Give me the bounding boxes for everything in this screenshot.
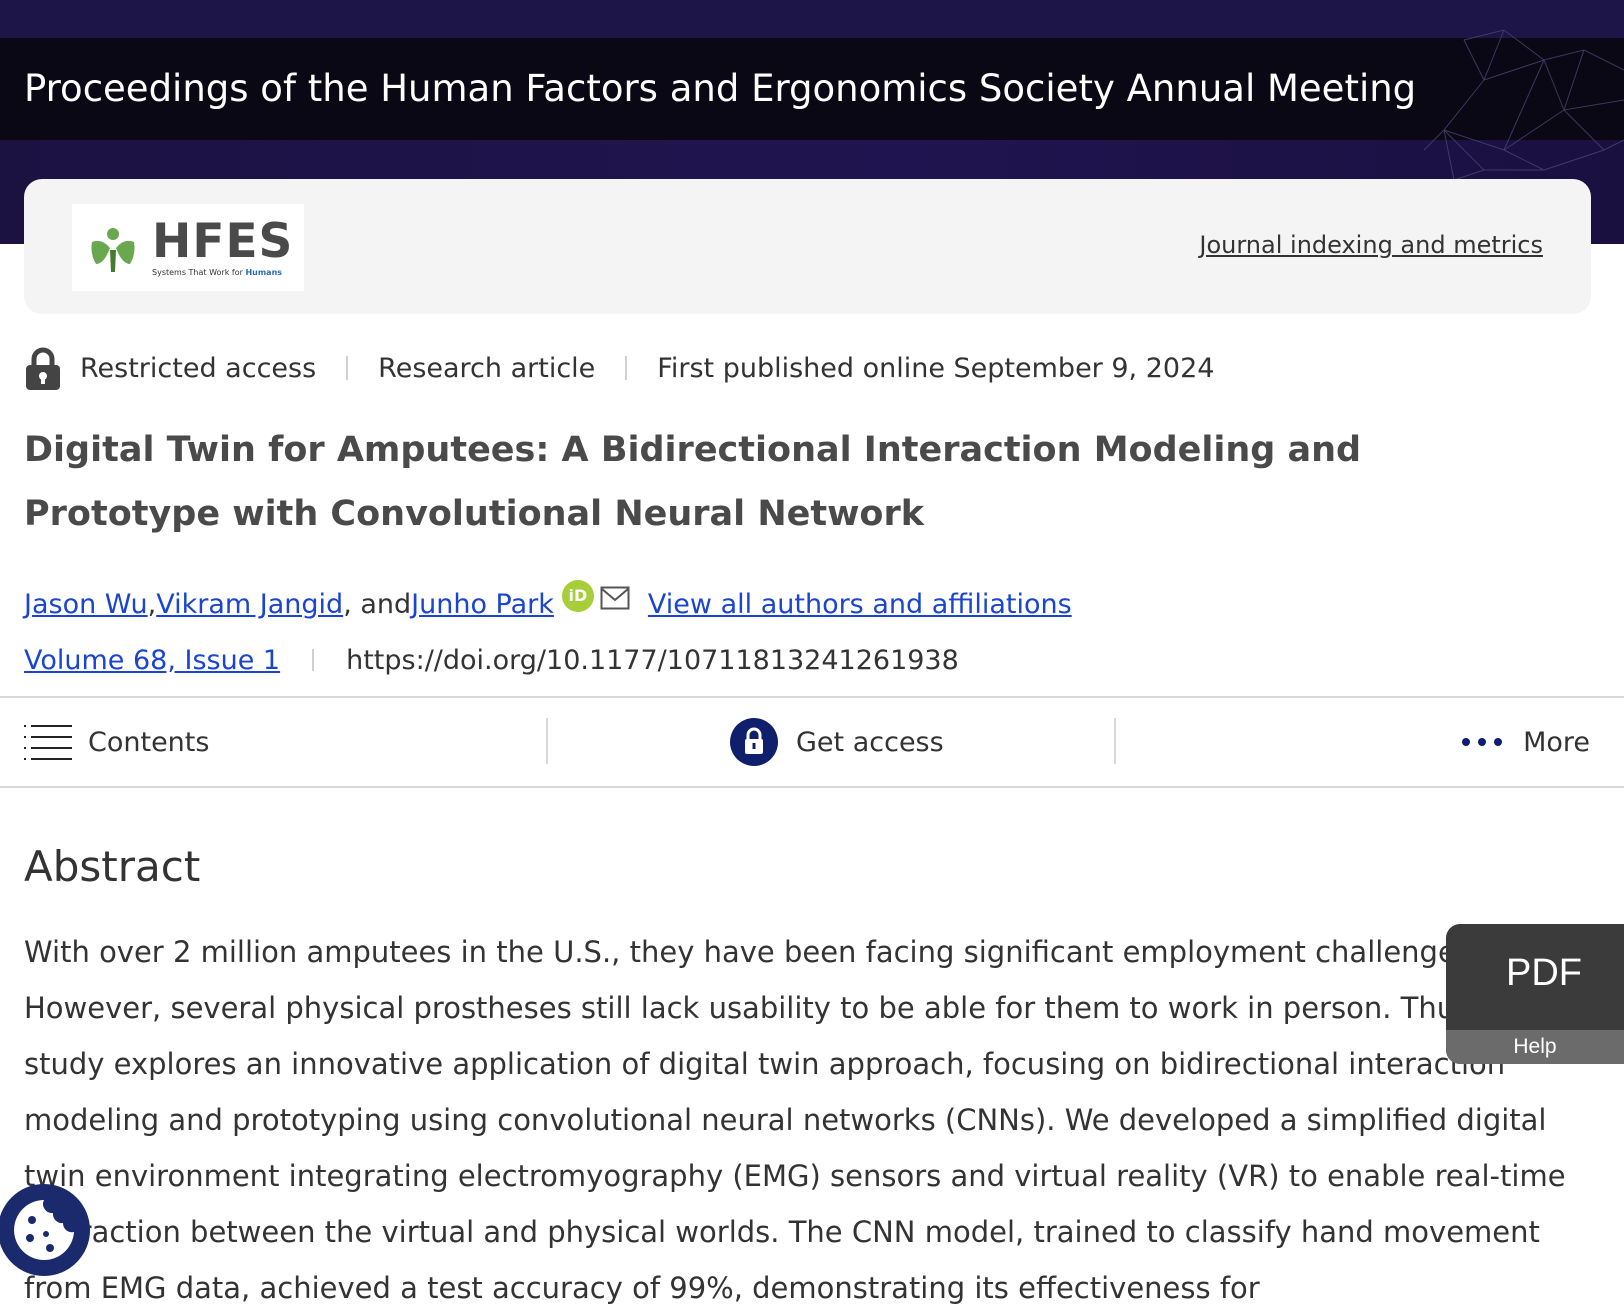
lock-circle-icon: [730, 718, 778, 766]
article-type: Research article: [378, 352, 596, 384]
author-list: Jason Wu, Vikram Jangid, and Junho Park …: [24, 580, 1072, 626]
abstract-heading: Abstract: [24, 842, 201, 891]
orcid-icon[interactable]: iD: [561, 580, 594, 612]
journal-brand-card: HFES Systems That Work for Humans Journa…: [24, 179, 1591, 314]
hfes-logo[interactable]: HFES Systems That Work for Humans: [72, 204, 304, 291]
contents-button[interactable]: Contents: [24, 698, 209, 786]
publication-date: First published online September 9, 2024: [657, 352, 1215, 384]
author-link[interactable]: Vikram Jangid: [156, 589, 343, 620]
toolbar-divider: [546, 718, 548, 764]
meta-divider: [346, 356, 349, 380]
volume-issue-link[interactable]: Volume 68, Issue 1: [24, 645, 280, 676]
doi-text[interactable]: https://doi.org/10.1177/1071181324126193…: [346, 645, 959, 676]
contents-label: Contents: [88, 726, 210, 758]
hfes-figure-icon: [91, 228, 135, 272]
banner-top-strip: [0, 0, 1624, 38]
mail-icon[interactable]: [600, 586, 630, 610]
author-conjunction: , and: [343, 588, 412, 620]
author-separator: ,: [147, 588, 157, 620]
article-toolbar: Contents Get access More: [0, 696, 1624, 788]
pdf-label[interactable]: PDF: [1446, 952, 1624, 995]
get-access-button[interactable]: Get access: [730, 698, 944, 786]
pdf-help-button[interactable]: Help: [1446, 1030, 1624, 1064]
abstract-text: With over 2 million amputees in the U.S.…: [24, 935, 1566, 1305]
issue-divider: [312, 649, 315, 671]
lock-icon: [26, 347, 60, 390]
toolbar-divider: [1114, 718, 1116, 764]
more-dots-icon: [1462, 738, 1503, 746]
access-status: Restricted access: [80, 352, 317, 384]
journal-title[interactable]: Proceedings of the Human Factors and Erg…: [24, 38, 1416, 140]
more-label: More: [1523, 726, 1590, 758]
author-link[interactable]: Junho Park: [411, 589, 554, 620]
cookie-settings-button[interactable]: [0, 1184, 90, 1276]
cookie-icon: [14, 1200, 74, 1260]
more-button[interactable]: More: [1461, 698, 1590, 786]
meta-divider: [625, 356, 628, 380]
view-all-authors-link[interactable]: View all authors and affiliations: [648, 589, 1072, 620]
banner-mesh-graphic: [1424, 29, 1624, 181]
get-access-label: Get access: [796, 726, 944, 758]
article-meta-row: Restricted access Research article First…: [24, 347, 1215, 390]
author-link[interactable]: Jason Wu: [24, 589, 148, 620]
list-icon: [24, 725, 72, 760]
issue-row: Volume 68, Issue 1 https://doi.org/10.11…: [24, 640, 959, 680]
hfes-logo-text: HFES: [152, 214, 294, 269]
journal-indexing-link[interactable]: Journal indexing and metrics: [1199, 231, 1543, 259]
article-title: Digital Twin for Amputees: A Bidirection…: [24, 430, 1362, 534]
hfes-logo-tagline: Systems That Work for Humans: [152, 268, 283, 277]
pdf-help-widget[interactable]: PDF Help: [1446, 924, 1624, 1064]
